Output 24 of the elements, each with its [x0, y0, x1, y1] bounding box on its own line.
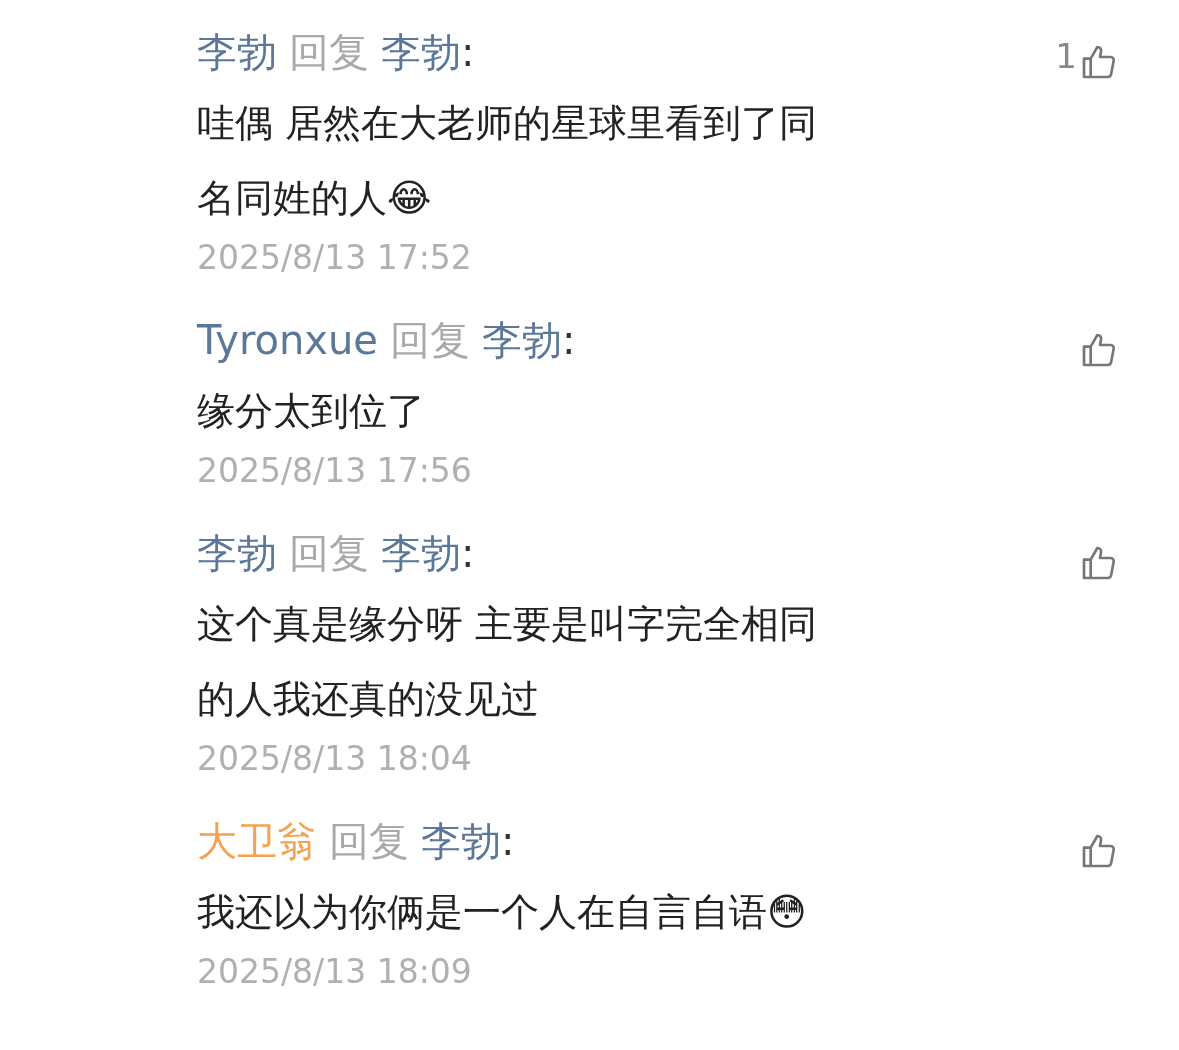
reply-target-name[interactable]: 李勃 [421, 818, 501, 864]
comment-text: 缘分太到位了 [197, 388, 426, 435]
author-name[interactable]: Tyronxue [197, 317, 378, 363]
colon: : [461, 29, 475, 75]
comment-text: 这个真是缘分呀 主要是叫字完全相同 的人我还真的没见过 [197, 601, 819, 723]
reply-target-name[interactable]: 李勃 [381, 530, 461, 576]
colon: : [501, 818, 515, 864]
timestamp: 2025/8/13 18:04 [197, 738, 473, 780]
reply-target-name[interactable]: 李勃 [481, 317, 562, 363]
timestamp: 2025/8/13 17:56 [197, 450, 473, 492]
colon: : [461, 530, 475, 576]
colon: : [561, 317, 576, 363]
author-name[interactable]: 李勃 [197, 29, 277, 75]
reply-label: 回复 [389, 317, 470, 363]
like-count: 1 [1055, 35, 1077, 78]
timestamp: 2025/8/13 18:09 [197, 951, 473, 993]
reply-label: 回复 [329, 818, 409, 864]
comment-text: 我还以为你俩是一个人在自言自语😳 [197, 889, 808, 936]
timestamp: 2025/8/13 17:52 [197, 237, 473, 279]
comment-text: 哇偶 居然在大老师的星球里看到了同 名同姓的人😂 [197, 100, 819, 222]
author-name[interactable]: 李勃 [197, 530, 277, 576]
reply-label: 回复 [289, 530, 369, 576]
reply-target-name[interactable]: 李勃 [381, 29, 461, 75]
reply-label: 回复 [289, 29, 369, 75]
